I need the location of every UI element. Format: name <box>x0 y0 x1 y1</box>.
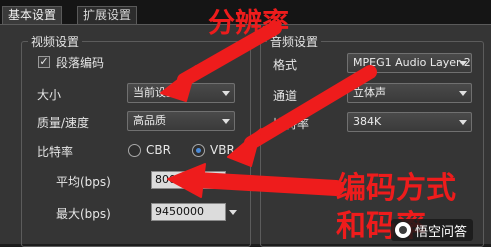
chevron-down-icon <box>218 84 234 102</box>
channel-select[interactable]: 立体声 <box>347 83 472 103</box>
size-label: 大小 <box>37 88 62 102</box>
audio-bitrate-select[interactable]: 384K <box>347 112 472 132</box>
channel-label: 通道 <box>273 89 298 103</box>
size-select-value: 当前设置 <box>133 86 177 99</box>
size-select[interactable]: 当前设置 <box>127 83 235 103</box>
chevron-down-icon <box>455 84 471 102</box>
segment-encode-label: 段落编码 <box>56 56 105 70</box>
checkmark-icon: ✓ <box>39 55 49 68</box>
chevron-down-icon <box>455 113 471 131</box>
quality-label: 质量/速度 <box>37 116 90 130</box>
vbr-label: VBR <box>210 143 235 157</box>
chevron-down-icon <box>455 54 471 72</box>
tab-basic-settings[interactable]: 基本设置 <box>2 6 63 24</box>
max-bps-spinner[interactable] <box>227 203 238 221</box>
channel-select-value: 立体声 <box>353 86 386 99</box>
quality-select-value: 高品质 <box>133 114 166 127</box>
chevron-down-icon <box>218 112 234 130</box>
average-bps-input[interactable]: 8000000 <box>151 171 226 189</box>
watermark-text: 悟空问答 <box>415 224 468 240</box>
format-select-value: MPEG1 Audio Layer-2 <box>353 56 471 69</box>
video-settings-legend: 视频设置 <box>31 35 80 49</box>
quality-select[interactable]: 高品质 <box>127 111 235 131</box>
format-label: 格式 <box>273 58 298 72</box>
tab-advanced-settings[interactable]: 扩展设置 <box>77 6 138 24</box>
max-bps-input[interactable]: 9450000 <box>151 203 226 221</box>
audio-bitrate-select-value: 384K <box>353 115 382 128</box>
audio-bitrate-label: 比特率 <box>273 117 310 131</box>
segment-encode-checkbox[interactable]: ✓ <box>38 56 50 68</box>
max-bps-label: 最大(bps) <box>56 207 111 221</box>
wukong-logo-icon <box>395 222 411 238</box>
watermark: 悟空问答 <box>391 219 474 241</box>
bitrate-label: 比特率 <box>37 145 74 159</box>
average-bps-spinner[interactable] <box>227 171 238 189</box>
average-bps-label: 平均(bps) <box>56 175 111 189</box>
vbr-radio[interactable] <box>192 144 205 157</box>
annotation-resolution: 分辨率 <box>208 8 289 39</box>
cbr-label: CBR <box>146 143 171 157</box>
format-select[interactable]: MPEG1 Audio Layer-2 <box>347 53 472 73</box>
cbr-radio[interactable] <box>128 144 141 157</box>
